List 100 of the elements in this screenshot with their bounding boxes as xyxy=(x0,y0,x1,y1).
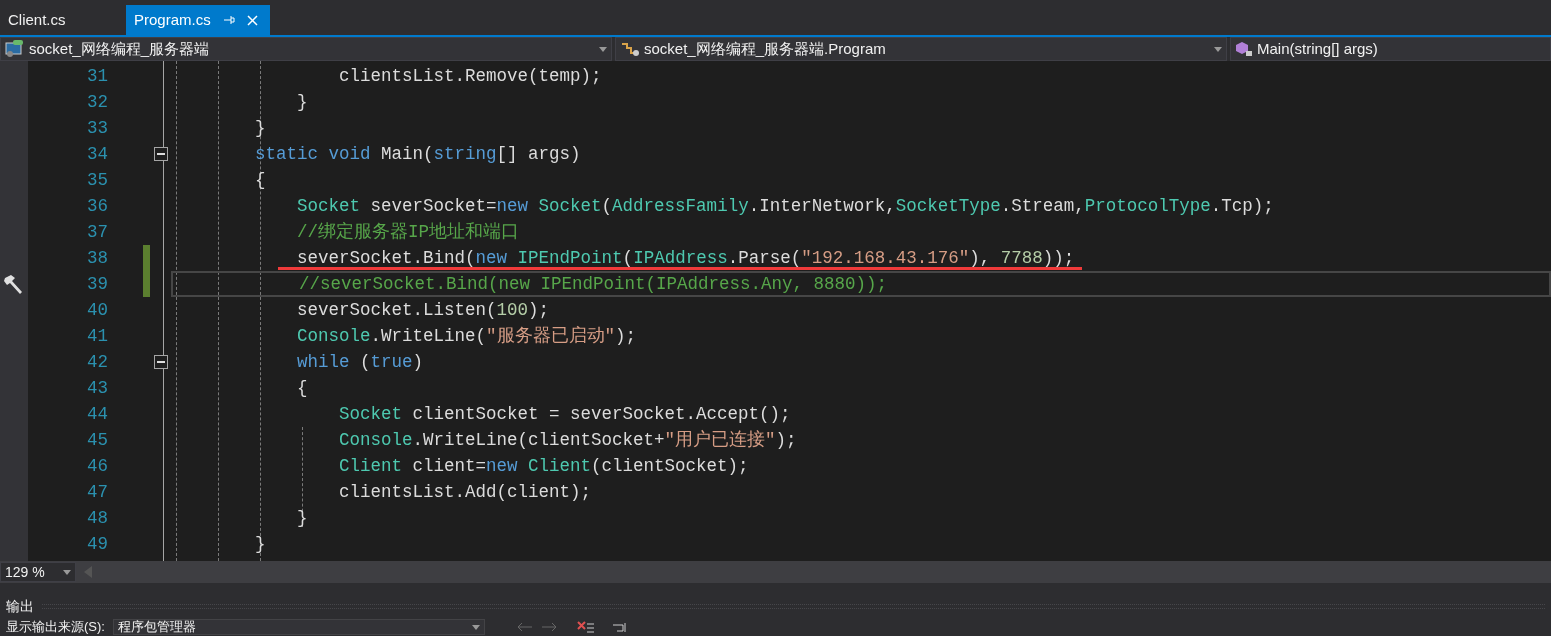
type-name-text: Console xyxy=(296,327,371,345)
code-text: ); xyxy=(615,327,637,345)
code-text: severSocket.Bind( xyxy=(296,249,476,267)
code-text: clientSocket = severSocket.Accept(); xyxy=(411,405,791,423)
code-text: } xyxy=(254,119,266,137)
source-dropdown[interactable]: 程序包管理器 xyxy=(112,619,485,635)
comment-text: //绑定服务器IP地址和端口 xyxy=(296,223,520,241)
code-text: ( xyxy=(622,249,634,267)
line-number: 31 xyxy=(86,64,108,88)
close-icon[interactable] xyxy=(246,14,258,26)
code-text: severSocket= xyxy=(369,197,497,215)
line-number: 43 xyxy=(86,376,108,400)
keyword-text: true xyxy=(370,353,413,371)
project-icon xyxy=(5,40,25,58)
code-text: client= xyxy=(411,457,487,475)
caret-icon xyxy=(1214,46,1222,52)
keyword-text: while xyxy=(296,353,350,371)
line-number: 41 xyxy=(86,324,108,348)
pin-icon[interactable] xyxy=(222,14,235,26)
code-text: } xyxy=(296,509,308,527)
type-name-text: Socket xyxy=(538,197,602,215)
line-number: 44 xyxy=(86,402,108,426)
type-name-text: SocketType xyxy=(895,197,1001,215)
fold-toggle[interactable] xyxy=(153,147,168,161)
type-name-text: Console xyxy=(338,431,413,449)
line-number: 39 xyxy=(86,272,108,296)
line-number: 32 xyxy=(86,90,108,114)
keyword-text: static void xyxy=(254,145,372,163)
line-number: 48 xyxy=(86,506,108,530)
line-number: 35 xyxy=(86,168,108,192)
code-text: severSocket.Listen( xyxy=(296,301,497,319)
arrow-right-icon[interactable] xyxy=(540,621,557,633)
code-text: )); xyxy=(1042,249,1075,267)
line-number: 36 xyxy=(86,194,108,218)
line-number: 45 xyxy=(86,428,108,452)
line-number: 38 xyxy=(86,246,108,270)
line-number: 46 xyxy=(86,454,108,478)
type-name-text: Client xyxy=(528,457,592,475)
line-number: 34 xyxy=(86,142,108,166)
line-number: 49 xyxy=(86,532,108,556)
fold-toggle[interactable] xyxy=(153,355,168,369)
keyword-text: string xyxy=(433,145,497,163)
code-text: ) xyxy=(412,353,424,371)
code-text: } xyxy=(254,535,266,553)
string-literal: "服务器已启动" xyxy=(486,327,616,345)
code-text: .Tcp); xyxy=(1210,197,1274,215)
keyword-text: new xyxy=(496,197,530,215)
word-wrap-icon[interactable] xyxy=(610,621,629,633)
caret-icon xyxy=(471,624,480,630)
code-text: { xyxy=(254,171,266,189)
code-text: (clientSocket); xyxy=(591,457,749,475)
zoom-dropdown[interactable]: 129 % xyxy=(0,562,76,582)
file-tab[interactable]: Client.cs xyxy=(0,5,126,35)
type-name-text: IPAddress xyxy=(633,249,728,267)
clear-all-icon[interactable] xyxy=(576,621,595,633)
source-label: 显示输出来源(S): xyxy=(6,618,105,636)
file-tab[interactable]: Program.cs xyxy=(126,5,270,35)
code-text: .WriteLine(clientSocket+ xyxy=(412,431,665,449)
code-text: .InterNetwork, xyxy=(748,197,896,215)
type-name-text: AddressFamily xyxy=(612,197,749,215)
type-name-text: Socket xyxy=(296,197,361,215)
line-number: 42 xyxy=(86,350,108,374)
code-text: clientsList.Add(client); xyxy=(338,483,592,501)
line-number: 47 xyxy=(86,480,108,504)
type-name-text: ProtocolType xyxy=(1084,197,1211,215)
code-text: ( xyxy=(601,197,613,215)
type-name-text: IPEndPoint xyxy=(517,249,623,267)
code-text: ); xyxy=(775,431,797,449)
navigation-dropdown[interactable]: socket_网络编程_服务器端 xyxy=(0,37,612,61)
method-icon xyxy=(1235,41,1253,57)
code-text: ( xyxy=(359,353,371,371)
panel-title: 输出 xyxy=(6,596,34,616)
number-literal: 100 xyxy=(496,301,529,319)
code-text: { xyxy=(296,379,308,397)
keyword-text: new xyxy=(475,249,509,267)
code-text: .Stream, xyxy=(1000,197,1085,215)
number-literal: 7788 xyxy=(1000,249,1043,267)
line-number: 37 xyxy=(86,220,108,244)
line-number: 33 xyxy=(86,116,108,140)
keyword-text: new xyxy=(486,457,519,475)
navigation-dropdown[interactable]: Main(string[] args) xyxy=(1230,37,1551,61)
type-name-text: Socket xyxy=(338,405,403,423)
caret-icon xyxy=(599,46,607,52)
caret-icon xyxy=(63,569,71,575)
string-literal: "192.168.43.176" xyxy=(801,249,970,267)
code-text: ); xyxy=(528,301,550,319)
code-text: Main( xyxy=(381,145,434,163)
navigation-dropdown[interactable]: socket_网络编程_服务器端.Program xyxy=(615,37,1227,61)
class-icon xyxy=(620,41,640,57)
type-name-text: Client xyxy=(338,457,403,475)
code-text: clientsList.Remove(temp); xyxy=(338,67,602,85)
line-number: 40 xyxy=(86,298,108,322)
code-text: [] args) xyxy=(496,145,581,163)
arrow-left-icon[interactable] xyxy=(516,621,533,633)
code-text: .Parse( xyxy=(727,249,802,267)
code-text: .WriteLine( xyxy=(370,327,487,345)
comment-text: //severSocket.Bind(new IPEndPoint(IPAddress.Any, 8880)); xyxy=(298,275,888,293)
code-text: ), xyxy=(969,249,992,267)
code-text: } xyxy=(296,93,308,111)
string-literal: "用户已连接" xyxy=(664,431,776,449)
